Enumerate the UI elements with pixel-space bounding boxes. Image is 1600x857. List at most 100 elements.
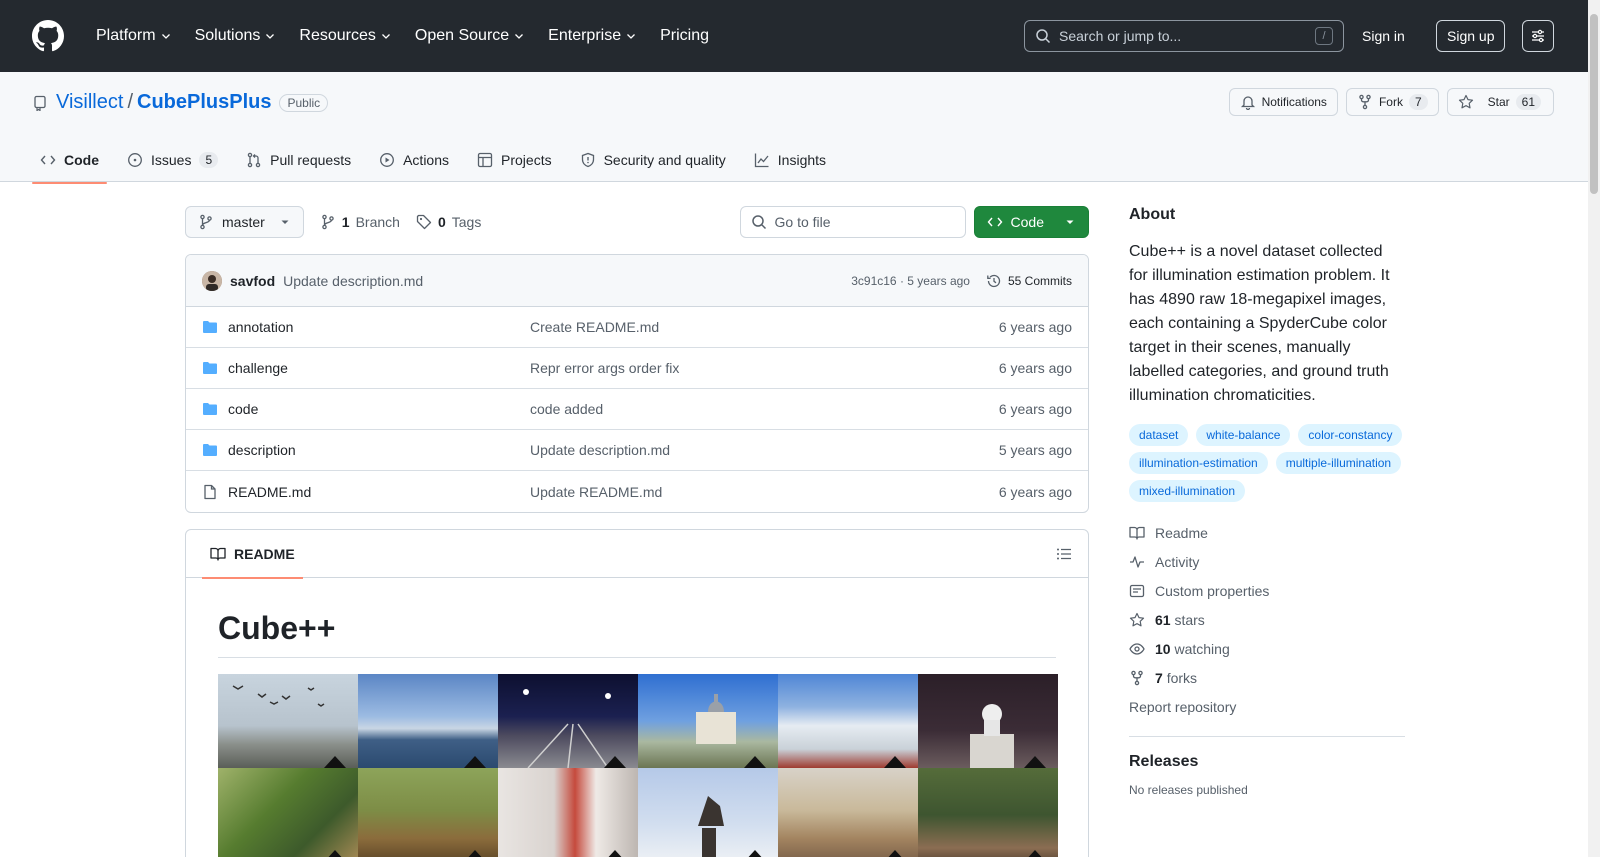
book-icon: [210, 547, 226, 561]
file-name-link[interactable]: annotation: [228, 319, 293, 335]
nav-resources[interactable]: Resources: [291, 20, 399, 52]
repo-owner-link[interactable]: Visillect: [56, 91, 123, 114]
fork-count: 7: [1408, 94, 1428, 110]
custom-properties-link[interactable]: Custom properties: [1129, 576, 1405, 605]
scrollbar-thumb[interactable]: [1590, 14, 1598, 194]
file-age: 5 years ago: [998, 442, 1072, 458]
commits-count: 55 Commits: [1007, 273, 1072, 288]
list-unordered-icon[interactable]: [1056, 546, 1072, 562]
folder-icon: [203, 403, 217, 415]
tags-link[interactable]: 0 Tags: [416, 214, 481, 230]
readme-tab[interactable]: README: [202, 530, 303, 579]
topic-tag[interactable]: multiple-illumination: [1275, 452, 1402, 474]
repo-name-link[interactable]: CubePlusPlus: [137, 91, 271, 114]
nav-label: Pricing: [660, 27, 709, 44]
search-icon: [751, 215, 766, 230]
issue-opened-icon: [128, 153, 142, 167]
nav-label: Open Source: [414, 27, 510, 44]
fork-button[interactable]: Fork 7: [1345, 88, 1439, 116]
menu-toggle-button[interactable]: [1522, 20, 1554, 52]
file-commit-message[interactable]: Repr error args order fix: [530, 360, 999, 376]
tab-label: Insights: [777, 152, 827, 168]
file-name-link[interactable]: README.md: [228, 484, 311, 500]
tab-projects[interactable]: Projects: [469, 137, 560, 183]
nav-platform[interactable]: Platform: [88, 20, 180, 52]
nav-label: Resources: [299, 27, 376, 44]
chevron-down-icon: [627, 34, 636, 39]
file-row[interactable]: README.md Update README.md 6 years ago: [186, 471, 1088, 512]
tab-insights[interactable]: Insights: [746, 137, 834, 183]
fork-label: Fork: [1378, 95, 1403, 109]
table-icon: [477, 152, 493, 168]
readme-body: Cube++: [186, 578, 1088, 857]
tab-code[interactable]: Code: [32, 137, 107, 184]
nav-solutions[interactable]: Solutions: [187, 20, 285, 52]
commit-message-link[interactable]: Update description.md: [283, 273, 423, 289]
topic-tag[interactable]: white-balance: [1196, 424, 1291, 446]
folder-icon: [203, 362, 217, 374]
git-branch-icon: [200, 214, 212, 230]
file-row[interactable]: challenge Repr error args order fix 6 ye…: [186, 348, 1088, 389]
file-listing: savfod Update description.md 3c91c16 · 5…: [185, 254, 1089, 513]
readme-link[interactable]: Readme: [1129, 518, 1405, 547]
file-row[interactable]: annotation Create README.md 6 years ago: [186, 307, 1088, 348]
watching-link[interactable]: 10 watching: [1129, 634, 1405, 663]
branch-selector[interactable]: master: [185, 206, 304, 238]
file-commit-message[interactable]: Update README.md: [530, 484, 999, 500]
star-button[interactable]: Star 61: [1446, 88, 1554, 116]
readme-header: README: [186, 530, 1088, 579]
forks-link[interactable]: 7 forks: [1129, 663, 1405, 692]
commits-history-link[interactable]: 55 Commits: [986, 273, 1072, 289]
spydercube-target: [324, 850, 346, 857]
avatar[interactable]: [202, 270, 222, 291]
file-name-link[interactable]: challenge: [228, 360, 288, 376]
tab-issues[interactable]: Issues 5: [119, 137, 226, 183]
github-logo-icon[interactable]: [32, 20, 64, 52]
branches-link[interactable]: 1 Branch: [320, 214, 400, 230]
repo-path-separator: /: [127, 91, 133, 113]
pulse-icon: [1130, 555, 1144, 568]
spydercube-target: [464, 756, 486, 768]
go-to-file-input[interactable]: Go to file: [739, 206, 966, 238]
sign-in-link[interactable]: Sign in: [1362, 24, 1405, 48]
file-commit-message[interactable]: code added: [530, 401, 999, 417]
search-input[interactable]: Search or jump to... /: [1024, 20, 1344, 52]
stars-link[interactable]: 61 stars: [1129, 605, 1405, 634]
readme-link-label: Readme: [1155, 524, 1208, 541]
report-repository-link[interactable]: Report repository: [1129, 692, 1405, 722]
topic-tag[interactable]: dataset: [1129, 424, 1189, 446]
nav-enterprise[interactable]: Enterprise: [540, 20, 645, 52]
topic-tag[interactable]: illumination-estimation: [1129, 452, 1268, 474]
sign-up-button[interactable]: Sign up: [1436, 20, 1506, 52]
file-commit-message[interactable]: Update description.md: [530, 442, 999, 458]
spydercube-target: [1024, 756, 1046, 768]
file-name-link[interactable]: description: [228, 442, 296, 458]
file-age: 6 years ago: [998, 319, 1072, 335]
topic-tag[interactable]: color-constancy: [1298, 424, 1403, 446]
tab-label: Projects: [501, 152, 552, 168]
sample-image-night-rail: [498, 674, 638, 768]
file-commit-message[interactable]: Create README.md: [530, 319, 999, 335]
triangle-down-icon: [1066, 220, 1074, 224]
spydercube-target: [884, 756, 906, 768]
file-name-link[interactable]: code: [228, 401, 258, 417]
commit-author-link[interactable]: savfod: [230, 273, 275, 289]
topic-tag[interactable]: mixed-illumination: [1129, 480, 1246, 502]
sample-image-seagulls: [218, 674, 358, 768]
tab-actions[interactable]: Actions: [371, 137, 457, 183]
tab-pull-requests[interactable]: Pull requests: [238, 137, 359, 183]
sample-image-rooster: [358, 768, 498, 857]
code-dropdown-button[interactable]: Code: [973, 206, 1089, 238]
activity-link[interactable]: Activity: [1129, 547, 1405, 576]
notifications-button[interactable]: Notifications: [1228, 88, 1338, 116]
file-row[interactable]: description Update description.md 5 year…: [186, 430, 1088, 471]
chevron-down-icon: [266, 34, 275, 39]
nav-pricing[interactable]: Pricing: [652, 20, 717, 52]
star-count: 61: [1515, 94, 1541, 110]
commit-sha-age[interactable]: 3c91c16 · 5 years ago: [851, 274, 970, 288]
tab-security[interactable]: Security and quality: [572, 137, 734, 183]
page-scrollbar[interactable]: [1588, 0, 1600, 857]
nav-open-source[interactable]: Open Source: [407, 20, 533, 52]
file-row[interactable]: code code added 6 years ago: [186, 389, 1088, 430]
releases-heading[interactable]: Releases: [1129, 753, 1405, 771]
